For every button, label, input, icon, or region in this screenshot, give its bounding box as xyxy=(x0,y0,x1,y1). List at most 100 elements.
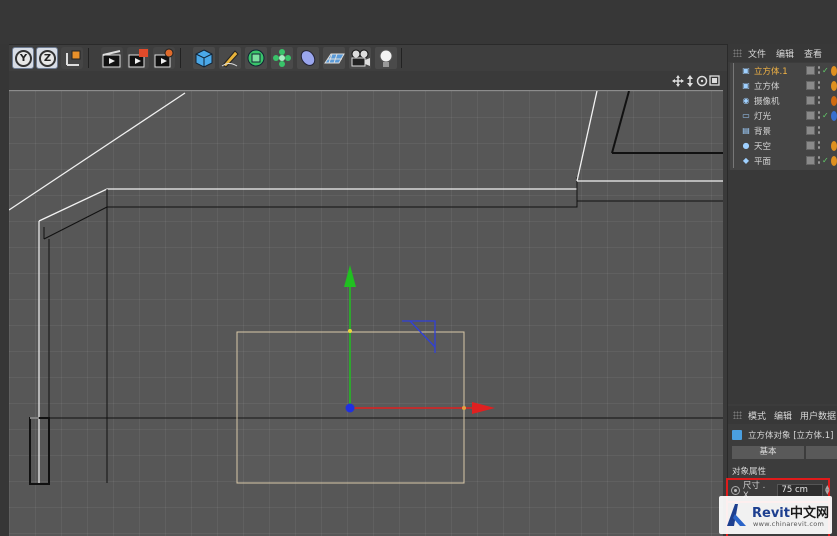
cloner-icon xyxy=(273,49,291,67)
tab-basic[interactable]: 基本 xyxy=(732,446,804,459)
zoom-view-icon[interactable] xyxy=(687,75,693,87)
render-view-button[interactable] xyxy=(101,47,123,69)
layer-toggle[interactable] xyxy=(806,66,815,75)
axis-z-toggle-button[interactable]: Z xyxy=(36,47,58,69)
object-label: 平面 xyxy=(754,156,772,167)
floor-icon xyxy=(324,53,345,64)
tag-icon[interactable] xyxy=(831,155,837,166)
tag-icon[interactable] xyxy=(831,110,837,121)
z-axis-handle-icon[interactable] xyxy=(345,403,355,413)
render-settings-icon xyxy=(154,48,174,68)
menu-file[interactable]: 文件 xyxy=(748,47,766,60)
object-row[interactable]: ▣ 立方体 xyxy=(730,78,837,93)
toolbar-separator xyxy=(401,48,402,68)
attribute-title-text: 立方体对象 [立方体.1] xyxy=(748,431,834,441)
layer-toggle[interactable] xyxy=(806,141,815,150)
perspective-viewport[interactable] xyxy=(9,90,723,536)
floor-tool-button[interactable] xyxy=(323,47,345,69)
cube-tool-button[interactable] xyxy=(193,47,215,69)
cloner-tool-button[interactable] xyxy=(271,47,293,69)
background-icon: ▤ xyxy=(742,125,750,135)
tag-icon[interactable] xyxy=(831,65,837,76)
tag-icon[interactable] xyxy=(831,80,837,91)
grip-icon[interactable] xyxy=(733,411,742,419)
maximize-view-icon[interactable] xyxy=(709,75,720,86)
grip-icon[interactable] xyxy=(733,49,742,57)
cube-icon: ▣ xyxy=(742,80,750,90)
subdivision-tool-button[interactable] xyxy=(245,47,267,69)
axis-y-toggle-button[interactable]: Y xyxy=(12,47,34,69)
watermark: Revit中文网 www.chinarevit.com xyxy=(719,496,832,534)
tag-icon[interactable] xyxy=(831,126,837,136)
subdivision-icon xyxy=(247,49,265,67)
object-label: 立方体 xyxy=(754,81,780,92)
pen-tool-button[interactable] xyxy=(219,47,241,69)
visibility-dots[interactable] xyxy=(817,155,821,166)
object-row[interactable]: ◉ 摄像机 xyxy=(730,93,837,108)
coordinate-system-icon xyxy=(66,50,81,66)
visibility-dots[interactable] xyxy=(817,95,821,106)
visibility-dots[interactable] xyxy=(817,80,821,91)
layer-toggle[interactable] xyxy=(806,156,815,165)
object-list-empty-area[interactable] xyxy=(728,170,837,404)
light-tool-button[interactable] xyxy=(375,47,397,69)
x-axis-arrow-icon[interactable] xyxy=(472,402,495,414)
rotate-view-icon[interactable] xyxy=(696,75,708,87)
visibility-dots[interactable] xyxy=(817,140,821,151)
coordinate-system-button[interactable] xyxy=(61,47,83,69)
menu-user-data[interactable]: 用户数据 xyxy=(800,409,836,422)
tree-line xyxy=(733,153,741,168)
enabled-check-icon[interactable]: ✓ xyxy=(822,66,830,75)
attribute-title: 立方体对象 [立方体.1] xyxy=(732,428,837,442)
toolbar-separator xyxy=(180,48,181,68)
move-view-icon[interactable] xyxy=(672,75,684,87)
size-x-row: 尺寸 . X 75 cm ▲▼ xyxy=(731,481,830,501)
object-row[interactable]: ▤ 背景 xyxy=(730,123,837,138)
menu-mode[interactable]: 模式 xyxy=(748,409,766,422)
size-x-stepper[interactable]: ▲ ▼ xyxy=(825,485,830,496)
size-x-animate-radio[interactable] xyxy=(731,485,740,495)
object-row[interactable]: ▣ 立方体.1 ✓ xyxy=(730,63,837,78)
top-blank-area xyxy=(0,0,837,44)
object-manager-menu: 文件 编辑 查看 xyxy=(728,44,837,62)
size-x-input[interactable]: 75 cm xyxy=(777,483,823,497)
visibility-dots[interactable] xyxy=(817,125,821,136)
tab-coordinates[interactable] xyxy=(806,446,837,459)
layer-toggle[interactable] xyxy=(806,81,815,90)
enabled-check-icon[interactable]: ✓ xyxy=(822,156,830,165)
render-picture-button[interactable] xyxy=(127,47,149,69)
y-axis-arrow-icon[interactable] xyxy=(344,265,356,287)
object-label: 立方体.1 xyxy=(754,66,788,77)
watermark-brand: Revit xyxy=(752,506,790,521)
object-row[interactable]: ● 天空 xyxy=(730,138,837,153)
tag-icon[interactable] xyxy=(831,140,837,151)
light-icon: ▭ xyxy=(742,110,750,120)
enabled-check-icon[interactable]: ✓ xyxy=(822,111,830,120)
visibility-dots[interactable] xyxy=(817,65,821,76)
render-settings-button[interactable] xyxy=(153,47,175,69)
object-label: 天空 xyxy=(754,141,772,152)
render-view-icon xyxy=(102,50,121,68)
object-label: 摄像机 xyxy=(754,96,780,107)
object-label: 灯光 xyxy=(754,111,772,122)
light-icon xyxy=(379,49,393,67)
object-row[interactable]: ▭ 灯光 ✓ xyxy=(730,108,837,123)
camera-tool-button[interactable] xyxy=(349,47,371,69)
camera-icon xyxy=(351,49,370,67)
plane-icon: ◆ xyxy=(742,155,750,165)
menu-edit[interactable]: 编辑 xyxy=(776,47,794,60)
visibility-dots[interactable] xyxy=(817,110,821,121)
menu-view[interactable]: 查看 xyxy=(804,47,822,60)
cube-icon xyxy=(195,49,213,68)
layer-toggle[interactable] xyxy=(806,126,815,135)
tag-icon[interactable] xyxy=(831,95,837,106)
deformer-tool-button[interactable] xyxy=(297,47,319,69)
pen-icon xyxy=(221,50,239,68)
object-row[interactable]: ◆ 平面 ✓ xyxy=(730,153,837,168)
edge-line xyxy=(9,92,186,211)
layer-toggle[interactable] xyxy=(806,96,815,105)
render-picture-icon xyxy=(128,49,148,68)
layer-toggle[interactable] xyxy=(806,111,815,120)
menu-attr-edit[interactable]: 编辑 xyxy=(774,409,792,422)
watermark-url: www.chinarevit.com xyxy=(753,520,825,528)
